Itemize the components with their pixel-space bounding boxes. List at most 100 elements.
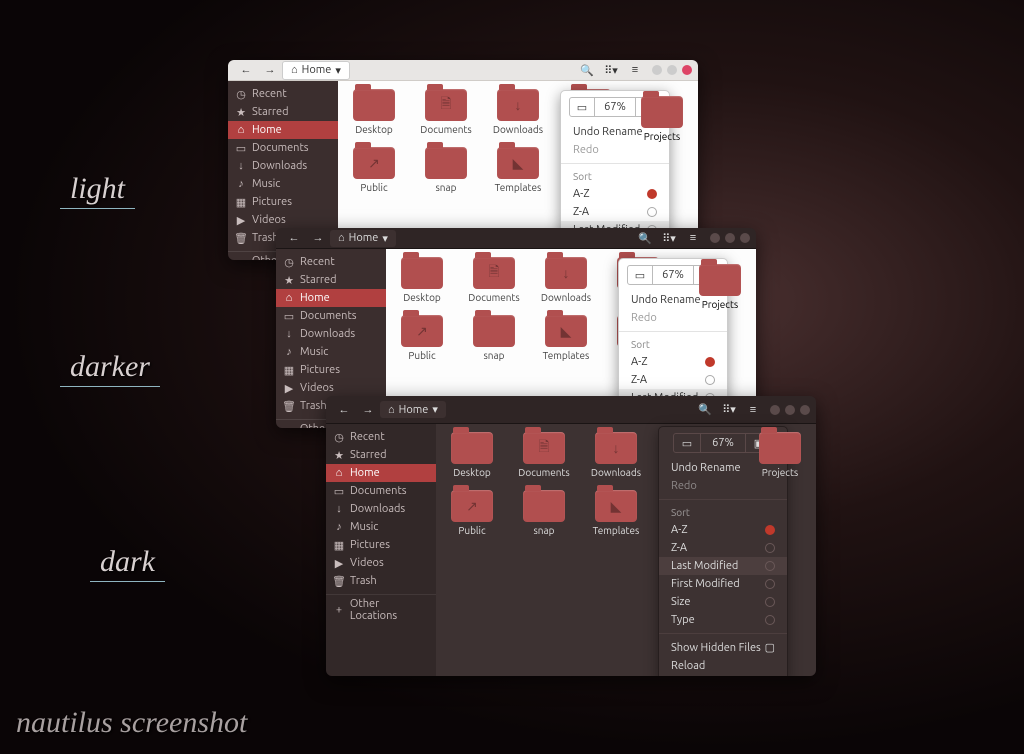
maximize-button[interactable] bbox=[785, 405, 795, 415]
folder-projects[interactable]: Projects bbox=[750, 432, 810, 478]
sidebar-item-other-locations[interactable]: +Other Locations bbox=[326, 594, 436, 625]
hamburger-button[interactable]: ≡ bbox=[741, 400, 765, 420]
sidebar-item-videos[interactable]: ▶Videos bbox=[326, 554, 436, 572]
menu-sort-header: Sort bbox=[561, 168, 669, 185]
folder-public[interactable]: ↗Public bbox=[442, 490, 502, 536]
menu-sort-last-modified[interactable]: Last Modified bbox=[659, 557, 787, 575]
minimize-button[interactable] bbox=[710, 233, 720, 243]
menu-sort-type[interactable]: Type bbox=[659, 611, 787, 629]
menu-sort-za[interactable]: Z-A bbox=[619, 371, 727, 389]
radio-icon bbox=[765, 615, 775, 625]
back-button[interactable]: ← bbox=[282, 228, 306, 248]
folder-projects[interactable]: Projects bbox=[632, 96, 692, 142]
sidebar-item-starred[interactable]: ★Starred bbox=[228, 103, 338, 121]
menu-sort-az[interactable]: A-Z bbox=[659, 521, 787, 539]
titlebar: ← → ⌂ Home ▾ 🔍 ⠿▾ ≡ bbox=[326, 396, 816, 424]
sidebar-item-starred[interactable]: ★Starred bbox=[326, 446, 436, 464]
view-toggle-button[interactable]: ⠿▾ bbox=[717, 400, 741, 420]
sidebar-item-home[interactable]: ⌂Home bbox=[276, 289, 386, 307]
folder-desktop[interactable]: Desktop bbox=[392, 257, 452, 303]
home-icon: ⌂ bbox=[291, 64, 298, 76]
menu-show-hidden[interactable]: Show Hidden Files▢ bbox=[659, 638, 787, 657]
sidebar-item-videos[interactable]: ▶Videos bbox=[276, 379, 386, 397]
sidebar-item-videos[interactable]: ▶Videos bbox=[228, 211, 338, 229]
sidebar-item-home[interactable]: ⌂Home bbox=[326, 464, 436, 482]
folder-public[interactable]: ↗Public bbox=[392, 315, 452, 361]
folder-projects[interactable]: Projects bbox=[690, 264, 750, 310]
forward-button[interactable]: → bbox=[356, 400, 380, 420]
folder-documents[interactable]: 🗎Documents bbox=[514, 432, 574, 478]
radio-icon bbox=[765, 543, 775, 553]
sidebar-item-home[interactable]: ⌂Home bbox=[228, 121, 338, 139]
sidebar-item-music[interactable]: ♪Music bbox=[276, 343, 386, 361]
titlebar: ← → ⌂ Home ▾ 🔍 ⠿▾ ≡ bbox=[228, 60, 698, 81]
hamburger-button[interactable]: ≡ bbox=[623, 60, 647, 80]
sidebar-item-pictures[interactable]: ▦Pictures bbox=[228, 193, 338, 211]
folder-public[interactable]: ↗Public bbox=[344, 147, 404, 193]
sidebar-item-recent[interactable]: ◷Recent bbox=[228, 85, 338, 103]
sidebar-item-music[interactable]: ♪Music bbox=[326, 518, 436, 536]
maximize-button[interactable] bbox=[725, 233, 735, 243]
picture-icon: ▦ bbox=[284, 365, 294, 375]
zoom-out-button[interactable]: ▭ bbox=[627, 265, 653, 285]
view-toggle-button[interactable]: ⠿▾ bbox=[657, 228, 681, 248]
menu-sort-za[interactable]: Z-A bbox=[659, 539, 787, 557]
menu-sort-size[interactable]: Size bbox=[659, 593, 787, 611]
search-button[interactable]: 🔍 bbox=[575, 60, 599, 80]
folder-snap[interactable]: snap bbox=[416, 147, 476, 193]
folder-downloads[interactable]: ↓Downloads bbox=[488, 89, 548, 135]
chevron-down-icon: ▾ bbox=[432, 403, 438, 416]
forward-button[interactable]: → bbox=[306, 228, 330, 248]
back-button[interactable]: ← bbox=[234, 60, 258, 80]
minimize-button[interactable] bbox=[770, 405, 780, 415]
zoom-out-button[interactable]: ▭ bbox=[673, 433, 701, 453]
folder-downloads[interactable]: ↓Downloads bbox=[586, 432, 646, 478]
menu-sort-az[interactable]: A-Z bbox=[619, 353, 727, 371]
zoom-out-button[interactable]: ▭ bbox=[569, 97, 595, 117]
view-toggle-button[interactable]: ⠿▾ bbox=[599, 60, 623, 80]
sidebar-item-downloads[interactable]: ↓Downloads bbox=[228, 157, 338, 175]
sidebar-item-pictures[interactable]: ▦Pictures bbox=[326, 536, 436, 554]
menu-reload[interactable]: Reload bbox=[659, 657, 787, 675]
menu-sort-first-modified[interactable]: First Modified bbox=[659, 575, 787, 593]
folder-documents[interactable]: 🗎Documents bbox=[416, 89, 476, 135]
folder-snap[interactable]: snap bbox=[514, 490, 574, 536]
folder-templates[interactable]: ◣Templates bbox=[586, 490, 646, 536]
sidebar-item-documents[interactable]: ▭Documents bbox=[276, 307, 386, 325]
back-button[interactable]: ← bbox=[332, 400, 356, 420]
minimize-button[interactable] bbox=[652, 65, 662, 75]
sidebar-item-documents[interactable]: ▭Documents bbox=[228, 139, 338, 157]
sidebar-item-starred[interactable]: ★Starred bbox=[276, 271, 386, 289]
menu-sort-za[interactable]: Z-A bbox=[561, 203, 669, 221]
sidebar-item-pictures[interactable]: ▦Pictures bbox=[276, 361, 386, 379]
sidebar-item-recent[interactable]: ◷Recent bbox=[276, 253, 386, 271]
path-button-home[interactable]: ⌂ Home ▾ bbox=[380, 401, 446, 418]
folder-desktop[interactable]: Desktop bbox=[442, 432, 502, 478]
folder-documents[interactable]: 🗎Documents bbox=[464, 257, 524, 303]
close-button[interactable] bbox=[740, 233, 750, 243]
sidebar-item-recent[interactable]: ◷Recent bbox=[326, 428, 436, 446]
chevron-down-icon: ▾ bbox=[335, 64, 341, 77]
folder-icon: ◣ bbox=[497, 147, 539, 179]
sidebar-item-trash[interactable]: 🗑Trash bbox=[326, 572, 436, 590]
forward-button[interactable]: → bbox=[258, 60, 282, 80]
search-button[interactable]: 🔍 bbox=[693, 400, 717, 420]
close-button[interactable] bbox=[800, 405, 810, 415]
path-button-home[interactable]: ⌂ Home ▾ bbox=[330, 230, 396, 247]
trash-icon: 🗑 bbox=[236, 233, 246, 243]
menu-sort-az[interactable]: A-Z bbox=[561, 185, 669, 203]
folder-templates[interactable]: ◣Templates bbox=[488, 147, 548, 193]
close-button[interactable] bbox=[682, 65, 692, 75]
maximize-button[interactable] bbox=[667, 65, 677, 75]
sidebar-item-music[interactable]: ♪Music bbox=[228, 175, 338, 193]
path-button-home[interactable]: ⌂ Home ▾ bbox=[282, 61, 350, 80]
sidebar-item-downloads[interactable]: ↓Downloads bbox=[326, 500, 436, 518]
folder-downloads[interactable]: ↓Downloads bbox=[536, 257, 596, 303]
folder-desktop[interactable]: Desktop bbox=[344, 89, 404, 135]
search-button[interactable]: 🔍 bbox=[633, 228, 657, 248]
folder-snap[interactable]: snap bbox=[464, 315, 524, 361]
sidebar-item-downloads[interactable]: ↓Downloads bbox=[276, 325, 386, 343]
sidebar-item-documents[interactable]: ▭Documents bbox=[326, 482, 436, 500]
hamburger-button[interactable]: ≡ bbox=[681, 228, 705, 248]
folder-templates[interactable]: ◣Templates bbox=[536, 315, 596, 361]
